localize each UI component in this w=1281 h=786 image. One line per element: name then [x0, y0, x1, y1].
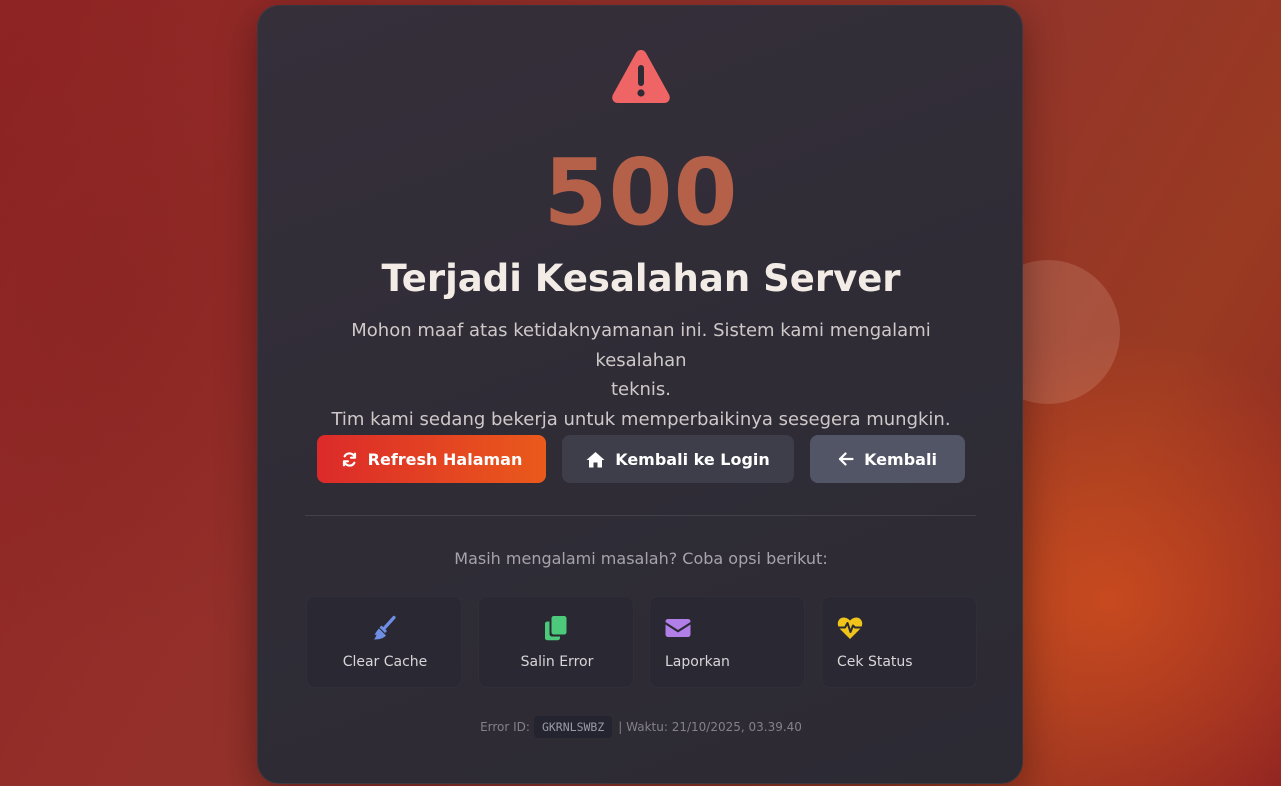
copy-error-option[interactable]: Salin Error [478, 596, 634, 688]
error-code: 500 [543, 139, 739, 246]
copy-icon [543, 615, 569, 641]
check-status-option[interactable]: Cek Status [821, 596, 977, 688]
option-label: Cek Status [837, 654, 913, 670]
heartbeat-icon [836, 615, 864, 641]
home-icon [586, 451, 605, 468]
report-option[interactable]: Laporkan [649, 596, 805, 688]
divider [305, 515, 976, 516]
envelope-icon [665, 615, 691, 641]
refresh-icon [341, 451, 358, 468]
back-to-login-button[interactable]: Kembali ke Login [562, 435, 794, 483]
back-button[interactable]: Kembali [810, 435, 965, 483]
broom-icon [371, 615, 397, 641]
error-description: Mohon maaf atas ketidaknyamanan ini. Sis… [318, 316, 964, 434]
option-label: Salin Error [520, 654, 594, 670]
error-id-value[interactable]: GKRNLSWBZ [533, 716, 613, 738]
option-label: Laporkan [665, 654, 730, 670]
error-title: Terjadi Kesalahan Server [381, 257, 901, 300]
error-footer: Error ID: GKRNLSWBZ | Waktu: 21/10/2025,… [258, 716, 1024, 738]
refresh-button[interactable]: Refresh Halaman [317, 435, 546, 483]
clear-cache-option[interactable]: Clear Cache [306, 596, 462, 688]
description-line: Mohon maaf atas ketidaknyamanan ini. Sis… [351, 320, 931, 371]
back-button-label: Kembali [864, 449, 937, 469]
warning-triangle-icon [610, 46, 672, 106]
back-to-login-label: Kembali ke Login [615, 449, 770, 469]
arrow-left-icon [838, 452, 854, 466]
help-prompt: Masih mengalami masalah? Coba opsi berik… [454, 549, 828, 568]
error-timestamp: | Waktu: 21/10/2025, 03.39.40 [618, 720, 802, 734]
description-line: teknis. [610, 379, 672, 400]
refresh-button-label: Refresh Halaman [367, 449, 523, 469]
option-label: Clear Cache [342, 654, 428, 670]
error-id-label: Error ID: [480, 720, 530, 734]
description-line: Tim kami sedang bekerja untuk memperbaik… [331, 408, 951, 430]
error-card: 500 Terjadi Kesalahan Server Mohon maaf … [257, 5, 1023, 784]
